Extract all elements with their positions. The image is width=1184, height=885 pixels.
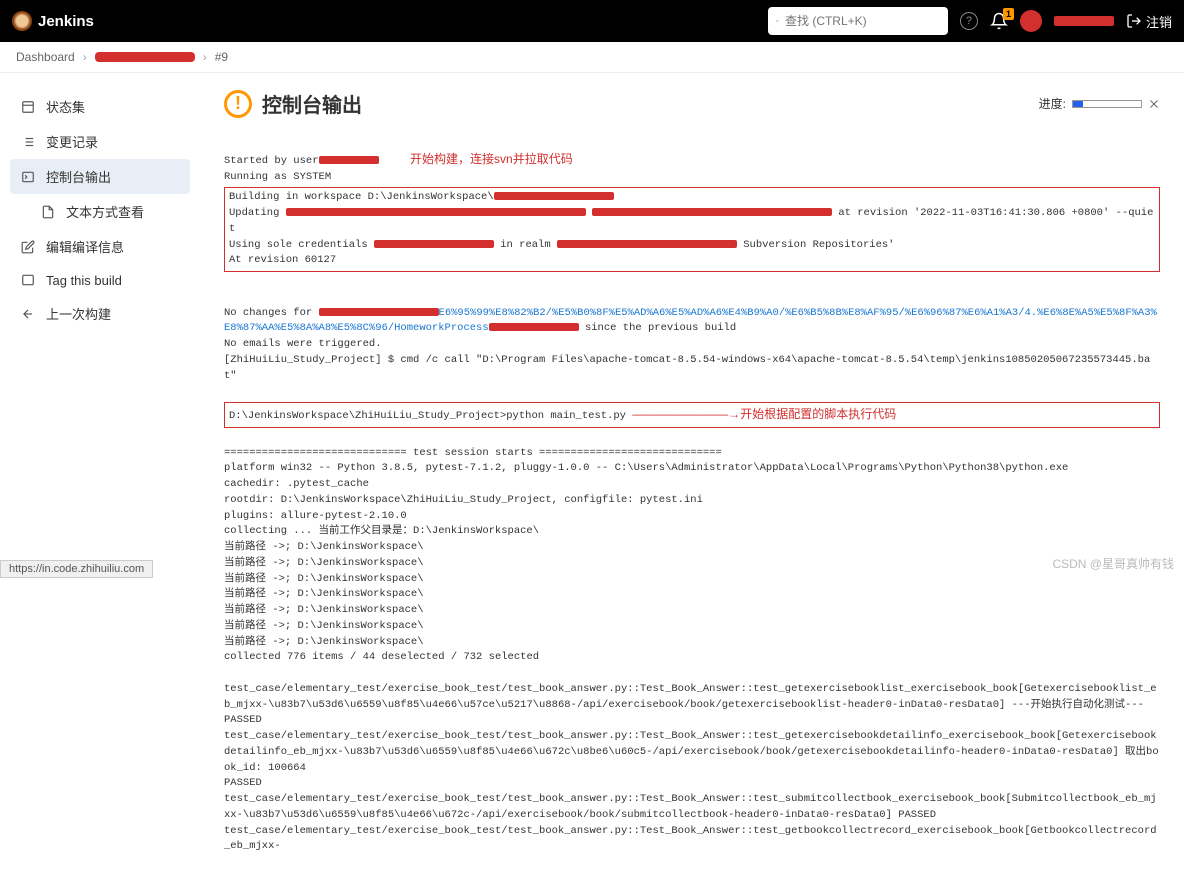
- progress-bar[interactable]: [1072, 100, 1142, 108]
- logout-link[interactable]: 注销: [1126, 12, 1172, 31]
- progress-label: 进度:: [1039, 95, 1066, 112]
- top-bar: Jenkins ? 1 注销: [0, 0, 1184, 42]
- console-output: Started by user 开始构建，连接svn并拉取代码 Running …: [224, 134, 1160, 871]
- brand-logo[interactable]: Jenkins: [12, 11, 94, 31]
- brand-name: Jenkins: [38, 13, 94, 30]
- jenkins-logo-icon: [12, 11, 32, 31]
- cancel-build-icon[interactable]: [1148, 98, 1160, 110]
- sidebar-item-status[interactable]: 状态集: [10, 89, 190, 124]
- search-icon: [776, 14, 779, 28]
- breadcrumb-root[interactable]: Dashboard: [16, 50, 75, 64]
- redacted: [494, 192, 614, 200]
- redacted: [489, 323, 579, 331]
- redacted: [286, 208, 586, 216]
- sidebar-item-tag-build[interactable]: Tag this build: [10, 264, 190, 296]
- redacted: [557, 240, 737, 248]
- sidebar-item-edit-build-info[interactable]: 编辑编译信息: [10, 229, 190, 264]
- sidebar-item-changes[interactable]: 变更记录: [10, 124, 190, 159]
- username-redacted: [1054, 16, 1114, 26]
- sidebar-item-console[interactable]: 控制台输出: [10, 159, 190, 194]
- annotation-start-build: 开始构建，连接svn并拉取代码: [410, 152, 573, 166]
- notifications-button[interactable]: 1: [990, 12, 1008, 30]
- watermark: CSDN @星哥真帅有钱: [1052, 555, 1174, 572]
- user-avatar[interactable]: [1020, 10, 1042, 32]
- status-icon: [20, 99, 36, 115]
- chevron-right-icon: ›: [83, 50, 87, 64]
- annotation-box-script: D:\JenkinsWorkspace\ZhiHuiLiu_Study_Proj…: [224, 402, 1160, 428]
- notification-badge: 1: [1003, 8, 1014, 20]
- browser-status-bar: https://in.code.zhihuiliu.com: [0, 560, 153, 578]
- annotation-script-exec: 开始根据配置的脚本执行代码: [740, 407, 896, 421]
- edit-icon: [20, 239, 36, 255]
- warning-icon: !: [224, 90, 252, 118]
- search-input[interactable]: [785, 14, 940, 28]
- annotation-box-svn: Building in workspace D:\JenkinsWorkspac…: [224, 187, 1160, 272]
- chevron-right-icon: ›: [203, 50, 207, 64]
- redacted: [319, 308, 439, 316]
- logout-icon: [1126, 13, 1142, 29]
- arrow-left-icon: [20, 306, 36, 322]
- sidebar: 状态集 变更记录 控制台输出 文本方式查看 编辑编译信息 Tag this bu…: [0, 73, 200, 885]
- document-icon: [40, 204, 56, 220]
- console-icon: [20, 169, 36, 185]
- breadcrumb-job-redacted[interactable]: [95, 52, 195, 62]
- redacted: [374, 240, 494, 248]
- main-content: ! 控制台输出 进度: Started by user 开始构建，连接svn并拉…: [200, 73, 1184, 885]
- search-box[interactable]: [768, 7, 948, 35]
- changes-icon: [20, 134, 36, 150]
- breadcrumb: Dashboard › › #9: [0, 42, 1184, 73]
- help-icon[interactable]: ?: [960, 12, 978, 30]
- progress-area: 进度:: [1039, 95, 1160, 112]
- redacted: [592, 208, 832, 216]
- tag-icon: [20, 272, 36, 288]
- sidebar-item-prev-build[interactable]: 上一次构建: [10, 296, 190, 331]
- redacted: [319, 156, 379, 164]
- page-title: 控制台输出: [262, 89, 362, 118]
- breadcrumb-build[interactable]: #9: [215, 50, 228, 64]
- sidebar-item-plaintext[interactable]: 文本方式查看: [10, 194, 190, 229]
